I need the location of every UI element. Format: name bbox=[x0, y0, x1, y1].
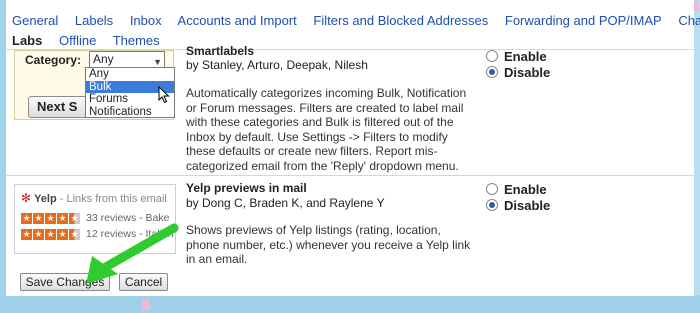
background-right bbox=[694, 0, 700, 313]
category-select-value: Any bbox=[93, 52, 114, 66]
cancel-button[interactable]: Cancel bbox=[119, 273, 168, 291]
tab-filters-and-blocked-addresses[interactable]: Filters and Blocked Addresses bbox=[313, 13, 488, 28]
lab-title: Smartlabels bbox=[186, 44, 255, 58]
enable-radio[interactable] bbox=[486, 50, 498, 62]
tab-labs[interactable]: Labs bbox=[12, 33, 42, 48]
enable-label: Enable bbox=[504, 181, 547, 197]
dropdown-option-any[interactable]: Any bbox=[86, 68, 174, 81]
dropdown-option-notifications[interactable]: Notifications bbox=[86, 106, 174, 118]
lab-description: Shows previews of Yelp listings (rating,… bbox=[186, 223, 471, 266]
star-rating-icon: ★ ★ ★ ★ ★ bbox=[21, 212, 80, 224]
star-rating-icon: ★ ★ ★ ★ ★ bbox=[21, 228, 80, 240]
category-select[interactable]: Any ▼ bbox=[89, 51, 165, 68]
tab-labels[interactable]: Labels bbox=[75, 13, 113, 28]
tab-chat[interactable]: Chat bbox=[678, 13, 700, 28]
lab-row-yelp: ✻ Yelp - Links from this email ★ ★ ★ ★ ★ 33 r… bbox=[6, 177, 694, 267]
tab-inbox[interactable]: Inbox bbox=[130, 13, 162, 28]
enable-label: Enable bbox=[504, 48, 547, 64]
lab-description: Automatically categorizes incoming Bulk,… bbox=[186, 86, 467, 173]
tab-themes[interactable]: Themes bbox=[113, 33, 160, 48]
yelp-listing-text: 12 reviews - Italian bbox=[86, 228, 174, 240]
settings-tabs-row-1: General Labels Inbox Accounts and Import… bbox=[12, 13, 700, 28]
yelp-listing: ★ ★ ★ ★ ★ 12 reviews - Italian bbox=[21, 228, 174, 240]
yelp-brand: Yelp bbox=[34, 193, 57, 205]
lab-authors: by Dong C, Braden K, and Raylene Y bbox=[186, 196, 385, 210]
disable-label: Disable bbox=[504, 197, 551, 213]
yelp-listing-text: 33 reviews - Bake bbox=[86, 212, 170, 224]
tab-general[interactable]: General bbox=[12, 13, 58, 28]
next-button[interactable]: Next S bbox=[28, 96, 92, 118]
lab-title: Yelp previews in mail bbox=[186, 181, 307, 195]
disable-radio[interactable] bbox=[486, 199, 498, 211]
lab-authors: by Stanley, Arturo, Deepak, Nilesh bbox=[186, 58, 368, 72]
save-changes-button[interactable]: Save Changes bbox=[20, 273, 110, 291]
tab-accounts-and-import[interactable]: Accounts and Import bbox=[178, 13, 297, 28]
yelp-preview: ✻ Yelp - Links from this email ★ ★ ★ ★ ★ 33 r… bbox=[14, 184, 176, 254]
disable-label: Disable bbox=[504, 64, 551, 80]
settings-tabs-row-2: Labs Offline Themes bbox=[12, 33, 173, 48]
smartlabels-radio-group: Enable Disable bbox=[486, 48, 550, 80]
yelp-radio-group: Enable Disable bbox=[486, 181, 550, 213]
disable-option[interactable]: Disable bbox=[486, 197, 550, 213]
disable-option[interactable]: Disable bbox=[486, 64, 550, 80]
settings-panel: General Labels Inbox Accounts and Import… bbox=[6, 0, 700, 296]
yelp-subtitle: - Links from this email bbox=[56, 193, 167, 205]
category-label: Category: bbox=[25, 53, 82, 67]
tab-forwarding-and-pop-imap[interactable]: Forwarding and POP/IMAP bbox=[505, 13, 662, 28]
yelp-logo-icon: ✻ bbox=[21, 191, 32, 205]
background-bottom bbox=[0, 295, 700, 313]
yelp-preview-header: ✻ Yelp - Links from this email bbox=[21, 191, 167, 205]
background-decoration bbox=[142, 300, 150, 310]
enable-radio[interactable] bbox=[486, 183, 498, 195]
disable-radio[interactable] bbox=[486, 66, 498, 78]
yelp-listing: ★ ★ ★ ★ ★ 33 reviews - Bake bbox=[21, 212, 169, 224]
tab-offline[interactable]: Offline bbox=[59, 33, 96, 48]
mouse-cursor-icon bbox=[158, 86, 170, 104]
enable-option[interactable]: Enable bbox=[486, 48, 550, 64]
enable-option[interactable]: Enable bbox=[486, 181, 550, 197]
